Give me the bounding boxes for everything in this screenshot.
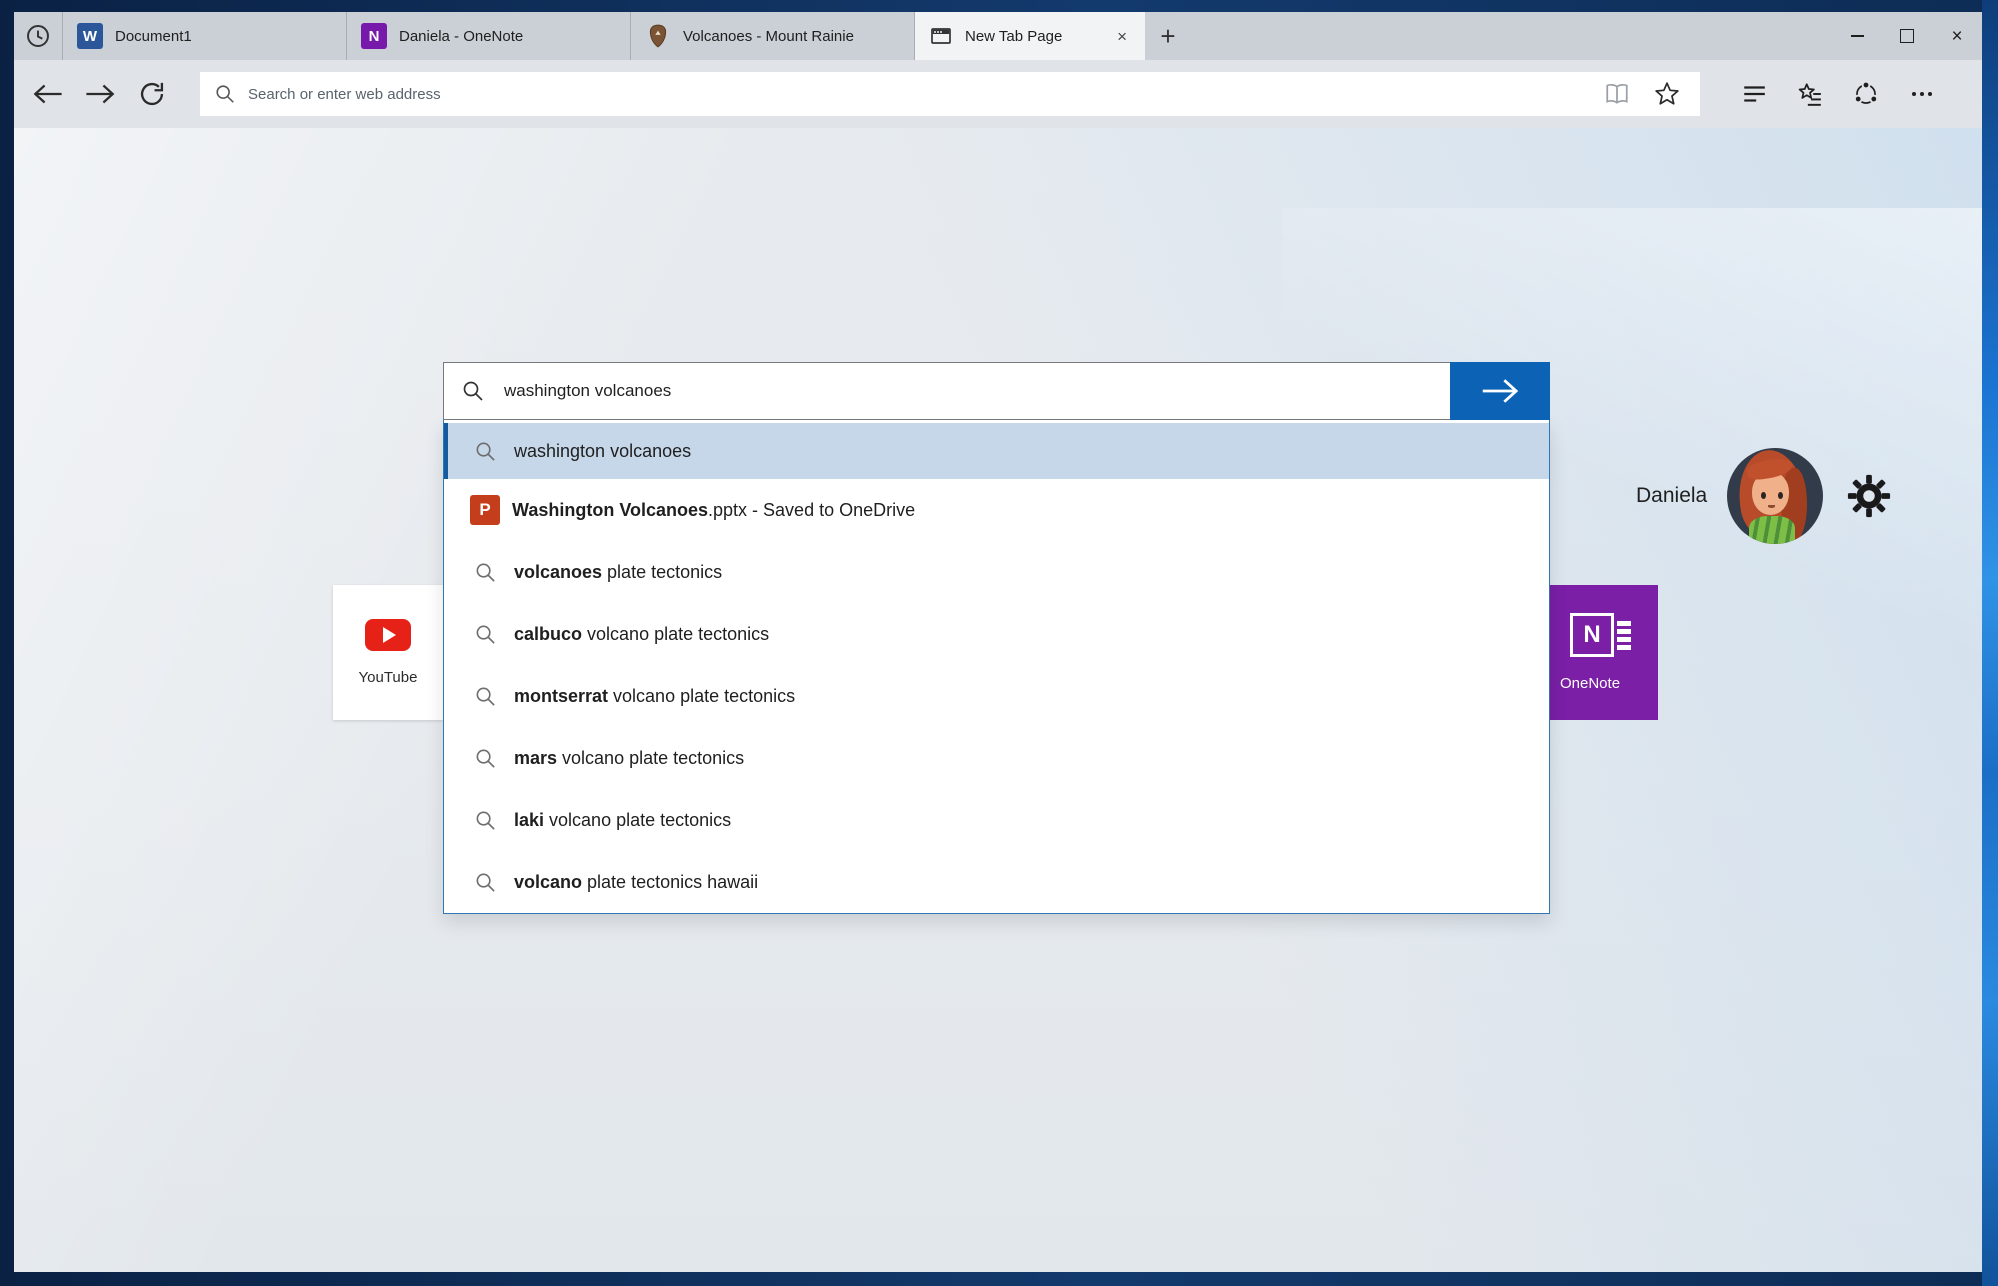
favorites-hub-icon: [1797, 81, 1823, 107]
tab-volcanoes[interactable]: Volcanoes - Mount Rainie: [631, 12, 915, 60]
search-input[interactable]: [502, 363, 1450, 419]
tile-label: YouTube: [358, 669, 418, 686]
tab-close-icon[interactable]: ×: [1113, 26, 1131, 47]
forward-icon: [83, 82, 117, 106]
minimize-icon: [1850, 35, 1864, 37]
hub-button[interactable]: [1782, 68, 1838, 120]
refresh-icon: [138, 80, 166, 108]
suggestion-row[interactable]: calbuco volcano plate tectonics: [444, 603, 1549, 665]
avatar[interactable]: [1727, 448, 1824, 544]
search-icon: [468, 747, 502, 770]
arrow-right-icon: [1478, 377, 1522, 405]
desktop-wallpaper-strip: [1982, 0, 1998, 1286]
address-input[interactable]: [246, 84, 1592, 104]
settings-button[interactable]: [1843, 470, 1895, 522]
tab-label: Daniela - OneNote: [399, 27, 524, 45]
reading-view-button[interactable]: [1592, 73, 1642, 115]
tab-label: Document1: [115, 27, 192, 45]
suggestion-text: washington volcanoes: [514, 440, 692, 461]
reading-list-button[interactable]: [1726, 68, 1782, 120]
word-icon: W: [77, 23, 103, 49]
suggestion-row[interactable]: volcanoes plate tectonics: [444, 541, 1549, 603]
tile-youtube[interactable]: YouTube: [333, 585, 443, 720]
suggestion-text: mars volcano plate tectonics: [514, 747, 745, 768]
suggestion-text: volcanoes plate tectonics: [514, 561, 723, 582]
close-window-button[interactable]: ×: [1932, 12, 1982, 60]
tab-bar: W Document1 N Daniela - OneNote Volcanoe…: [14, 12, 1982, 60]
desktop: W Document1 N Daniela - OneNote Volcanoe…: [0, 0, 1998, 1286]
suggestion-text: volcano plate tectonics hawaii: [514, 871, 759, 892]
search-icon: [468, 440, 502, 463]
tab-label: Volcanoes - Mount Rainie: [683, 27, 854, 45]
new-tab-page-icon: [929, 24, 953, 48]
suggestion-row[interactable]: laki volcano plate tectonics: [444, 789, 1549, 851]
minimize-button[interactable]: [1832, 12, 1882, 60]
reading-view-icon: [1604, 81, 1630, 107]
search-icon: [468, 809, 502, 832]
share-button[interactable]: [1838, 68, 1894, 120]
clock-icon: [25, 23, 51, 49]
onenote-icon: N: [361, 23, 387, 49]
search-icon: [468, 623, 502, 646]
back-button[interactable]: [22, 68, 74, 120]
search-icon: [468, 871, 502, 894]
share-icon: [1853, 80, 1879, 104]
ellipsis-icon: [1912, 92, 1932, 96]
suggestion-row[interactable]: mars volcano plate tectonics: [444, 727, 1549, 789]
maximize-button[interactable]: [1882, 12, 1932, 60]
menu-lines-icon: [1741, 81, 1767, 107]
suggestion-text: calbuco volcano plate tectonics: [514, 623, 770, 644]
search-submit-button[interactable]: [1450, 362, 1550, 420]
search-box: [443, 362, 1550, 420]
tab-label: New Tab Page: [965, 27, 1063, 45]
address-bar[interactable]: [200, 72, 1700, 116]
search-suggestions-dropdown: washington volcanoes P Washington Volcan…: [443, 420, 1550, 914]
tab-new-tab-page[interactable]: New Tab Page ×: [915, 12, 1145, 60]
gear-icon: [1846, 473, 1892, 519]
national-park-icon: [645, 23, 671, 49]
search-icon: [468, 561, 502, 584]
search-icon: [468, 685, 502, 708]
add-favorite-button[interactable]: [1642, 73, 1692, 115]
more-options-button[interactable]: [1894, 68, 1950, 120]
star-icon: [1654, 81, 1680, 107]
suggestion-row[interactable]: washington volcanoes: [444, 423, 1549, 479]
refresh-button[interactable]: [126, 68, 178, 120]
search-icon: [214, 83, 236, 105]
user-area: Daniela: [1636, 448, 1895, 544]
suggestion-text: Washington Volcanoes.pptx - Saved to One…: [512, 499, 916, 520]
powerpoint-icon: P: [470, 495, 500, 525]
suggestion-row[interactable]: volcano plate tectonics hawaii: [444, 851, 1549, 913]
tile-label: OneNote: [1560, 675, 1621, 692]
tab-bar-spacer: [1191, 12, 1832, 60]
search-icon: [444, 363, 502, 419]
youtube-icon: [365, 619, 411, 651]
tab-onenote[interactable]: N Daniela - OneNote: [347, 12, 631, 60]
maximize-icon: [1900, 29, 1914, 43]
edge-browser-window: W Document1 N Daniela - OneNote Volcanoe…: [14, 12, 1982, 1272]
back-icon: [31, 82, 65, 106]
window-controls: ×: [1832, 12, 1982, 60]
forward-button[interactable]: [74, 68, 126, 120]
tabs-set-aside-button[interactable]: [14, 12, 63, 60]
onenote-tile-icon: N: [1570, 613, 1631, 657]
tile-onenote[interactable]: N OneNote: [1548, 585, 1658, 720]
navigation-bar: [14, 60, 1982, 128]
new-tab-button[interactable]: +: [1145, 12, 1191, 60]
tab-document1[interactable]: W Document1: [63, 12, 347, 60]
suggestion-text: laki volcano plate tectonics: [514, 809, 732, 830]
suggestion-row-file[interactable]: P Washington Volcanoes.pptx - Saved to O…: [444, 479, 1549, 541]
user-name: Daniela: [1636, 484, 1708, 507]
suggestion-row[interactable]: montserrat volcano plate tectonics: [444, 665, 1549, 727]
suggestion-text: montserrat volcano plate tectonics: [514, 685, 796, 706]
